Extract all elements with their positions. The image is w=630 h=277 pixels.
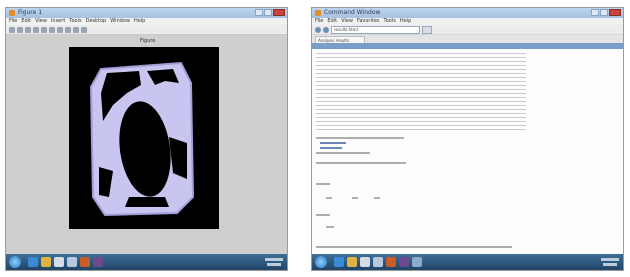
figure-toolbar xyxy=(6,25,287,35)
zoom-in-icon[interactable] xyxy=(49,26,55,33)
tab-results[interactable]: Analysis results xyxy=(315,36,365,43)
new-figure-icon[interactable] xyxy=(9,26,15,33)
app-icon[interactable] xyxy=(373,257,383,267)
clock-date xyxy=(603,263,617,266)
pan-icon[interactable] xyxy=(65,26,71,33)
image-plot[interactable] xyxy=(69,47,219,229)
app-icon[interactable] xyxy=(412,257,422,267)
content-panel xyxy=(312,43,623,254)
clock-time xyxy=(601,258,619,261)
app-icon[interactable] xyxy=(399,257,409,267)
log-value xyxy=(326,197,332,199)
log-value xyxy=(326,226,334,228)
menu-bar: File Edit View Favorites Tools Help xyxy=(312,18,623,25)
menu-file[interactable]: File xyxy=(9,18,17,25)
matlab-icon[interactable] xyxy=(80,257,90,267)
menu-view[interactable]: View xyxy=(35,18,47,25)
forward-icon[interactable] xyxy=(323,26,329,33)
log-line xyxy=(316,214,330,216)
numeric-matrix xyxy=(316,51,526,133)
log-line xyxy=(316,152,370,154)
address-input[interactable]: results.html xyxy=(331,25,420,34)
app-icon xyxy=(315,10,321,16)
menu-insert[interactable]: Insert xyxy=(51,18,65,25)
menu-window[interactable]: Window xyxy=(110,18,130,25)
menu-view[interactable]: View xyxy=(341,18,353,25)
left-screenshot: Figure 1 File Edit View Insert Tools Des… xyxy=(5,7,288,271)
matlab-icon[interactable] xyxy=(386,257,396,267)
log-value xyxy=(374,197,380,199)
media-icon[interactable] xyxy=(54,257,64,267)
segmented-image xyxy=(89,61,195,217)
folder-icon[interactable] xyxy=(41,257,51,267)
figure-area: Figure xyxy=(6,35,287,254)
taskbar xyxy=(6,254,287,270)
window-title: Command Window xyxy=(324,9,381,16)
ie-icon[interactable] xyxy=(28,257,38,267)
log-value xyxy=(352,197,358,199)
open-icon[interactable] xyxy=(17,26,23,33)
log-line xyxy=(316,137,404,139)
window-controls xyxy=(255,9,285,16)
rotate-icon[interactable] xyxy=(73,26,79,33)
log-link[interactable] xyxy=(320,142,346,144)
clock-date xyxy=(267,263,281,266)
folder-icon[interactable] xyxy=(347,257,357,267)
save-icon[interactable] xyxy=(25,26,31,33)
menu-desktop[interactable]: Desktop xyxy=(86,18,107,25)
panel-header xyxy=(312,43,623,49)
print-icon[interactable] xyxy=(33,26,39,33)
figure-title: Figure xyxy=(140,38,156,44)
media-icon[interactable] xyxy=(360,257,370,267)
pointer-icon[interactable] xyxy=(41,26,47,33)
menu-edit[interactable]: Edit xyxy=(21,18,31,25)
windows-start-icon[interactable] xyxy=(9,256,21,268)
title-bar: Command Window xyxy=(312,8,623,18)
log-link[interactable] xyxy=(320,147,342,149)
title-bar: Figure 1 xyxy=(6,8,287,18)
window-title: Figure 1 xyxy=(18,9,43,16)
log-line xyxy=(316,246,512,248)
menu-edit[interactable]: Edit xyxy=(327,18,337,25)
window-controls xyxy=(591,9,621,16)
minimize-button[interactable] xyxy=(255,9,263,16)
menu-bar: File Edit View Insert Tools Desktop Wind… xyxy=(6,18,287,25)
menu-help[interactable]: Help xyxy=(400,18,411,25)
back-icon[interactable] xyxy=(315,26,321,33)
zoom-out-icon[interactable] xyxy=(57,26,63,33)
menu-help[interactable]: Help xyxy=(134,18,145,25)
minimize-button[interactable] xyxy=(591,9,599,16)
close-button[interactable] xyxy=(273,9,285,16)
menu-tools[interactable]: Tools xyxy=(384,18,396,25)
app-icon xyxy=(9,10,15,16)
right-screenshot: Command Window File Edit View Favorites … xyxy=(311,7,624,271)
log-line xyxy=(316,162,406,164)
data-cursor-icon[interactable] xyxy=(81,26,87,33)
windows-start-icon[interactable] xyxy=(315,256,327,268)
ie-icon[interactable] xyxy=(334,257,344,267)
taskbar xyxy=(312,254,623,270)
menu-favorites[interactable]: Favorites xyxy=(357,18,380,25)
tab-strip: Analysis results xyxy=(312,35,623,43)
app-icon[interactable] xyxy=(93,257,103,267)
clock-time xyxy=(265,258,283,261)
address-bar: results.html xyxy=(312,25,623,34)
close-button[interactable] xyxy=(609,9,621,16)
log-line xyxy=(316,183,330,185)
menu-file[interactable]: File xyxy=(315,18,323,25)
menu-tools[interactable]: Tools xyxy=(69,18,81,25)
go-button[interactable] xyxy=(422,25,432,34)
app-icon[interactable] xyxy=(67,257,77,267)
maximize-button[interactable] xyxy=(600,9,608,16)
dark-patch-bottom xyxy=(125,197,169,207)
maximize-button[interactable] xyxy=(264,9,272,16)
